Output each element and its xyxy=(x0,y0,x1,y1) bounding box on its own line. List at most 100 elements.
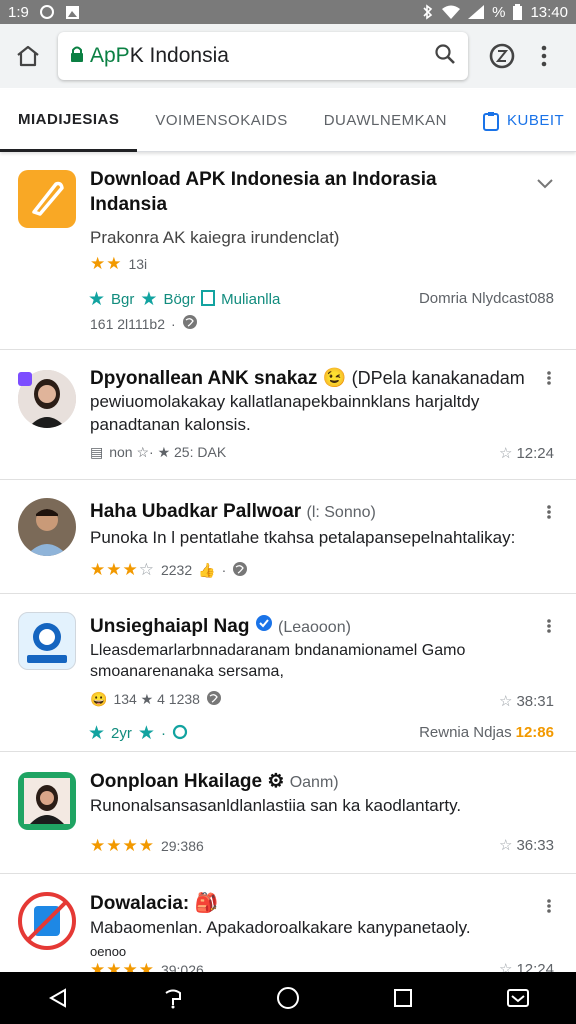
chip-row: ★ 2yr ★ · xyxy=(88,722,188,745)
item-timestamp: ☆ 36:33 xyxy=(499,836,554,855)
item-meta-text: 134 ★ 4 1238 xyxy=(113,691,200,707)
section-tabs: MIADIJESIAS VOIMENSOKAIDS DUAWLNEMKAN KU… xyxy=(0,90,576,152)
tab-voimensokaids[interactable]: VOIMENSOKAIDS xyxy=(137,90,305,152)
timestamp-text: 12:24 xyxy=(516,444,554,462)
chip-label[interactable]: Bgr xyxy=(111,291,134,308)
star-outline-icon[interactable]: ☆ xyxy=(499,444,512,462)
tab-switcher-icon xyxy=(489,43,515,69)
wifi-icon xyxy=(442,5,461,19)
star-outline-icon[interactable]: ☆ xyxy=(499,692,512,710)
globe-icon xyxy=(182,314,198,333)
rating-row: ★★ 13i xyxy=(90,254,147,274)
home-icon xyxy=(17,45,39,67)
tab-kubeit[interactable]: KUBEIT xyxy=(465,90,576,152)
back-button[interactable] xyxy=(34,974,82,1022)
item-meta: ★★★★ 39:026 xyxy=(90,960,204,972)
more-vert-icon[interactable] xyxy=(540,616,558,636)
overflow-menu-button[interactable] xyxy=(532,36,556,76)
clipboard-icon xyxy=(483,111,500,131)
source-time: 12:86 xyxy=(515,724,554,741)
star-icon: ★ xyxy=(140,289,158,310)
item-title: Dowalacia: 🎒 xyxy=(90,892,218,916)
item-description: Punoka In l pentatlahe tkahsa petalapans… xyxy=(90,528,516,547)
item-date: 161 2l111b2 xyxy=(90,315,165,332)
battery-percent: % xyxy=(492,3,506,21)
star-outline-icon[interactable]: ☆ xyxy=(499,836,512,854)
item-title-text: Unsieghaiapl Nag xyxy=(90,616,250,637)
list-item[interactable]: Dowalacia: 🎒 Mabaomenlan. Apakadoroalkak… xyxy=(0,874,576,972)
item-timestamp: ☆ 12:24 xyxy=(499,960,554,973)
list-item[interactable]: Oonploan Hkailage ⚙ Oanm) Runonalsansasa… xyxy=(0,752,576,874)
chip-label[interactable]: Bögr xyxy=(163,291,195,308)
chip-row: ★ Bgr ★ Bögr Mulianlla xyxy=(88,288,280,311)
search-icon[interactable] xyxy=(434,43,456,70)
tab-switcher-button[interactable] xyxy=(482,36,522,76)
chip-label[interactable]: Mulianlla xyxy=(221,291,280,308)
item-title-text: Dowalacia: xyxy=(90,893,190,914)
tab-kubeit-label: KUBEIT xyxy=(507,112,565,129)
whatsapp-icon xyxy=(39,4,55,20)
assistant-button[interactable] xyxy=(149,974,197,1022)
item-meta-text: non ☆· ★ 25: DAK xyxy=(109,444,227,460)
expand-chevron-icon[interactable] xyxy=(536,174,554,194)
item-description: pewiuomolakakay kallatlanapekbainnklans … xyxy=(90,392,480,411)
url-text: ApPK Indonsia xyxy=(90,44,229,68)
timestamp-text: 38:31 xyxy=(516,692,554,710)
screenshot-icon xyxy=(507,989,530,1007)
item-title-text: Dpyonallean ANK snakaz xyxy=(90,368,318,389)
list-item[interactable]: Haha Ubadkar Pallwoar (l: Sonno) Punoka … xyxy=(0,480,576,594)
timestamp-text: 12:24 xyxy=(516,960,554,973)
list-item[interactable]: Download APK Indonesia an Indorasia Inda… xyxy=(0,154,576,350)
avatar xyxy=(18,498,76,556)
screenshot-button[interactable] xyxy=(494,974,542,1022)
item-timestamp: ☆ 38:31 xyxy=(499,692,554,711)
item-title: Dpyonallean ANK snakaz 😉 (DPela kanakana… xyxy=(90,366,525,391)
list-item[interactable]: Unsieghaiapl Nag (Leaooon) Lleasdemarlar… xyxy=(0,594,576,752)
recents-button[interactable] xyxy=(379,974,427,1022)
item-description-line2: smoanarenanaka sersama, xyxy=(90,663,284,680)
image-icon xyxy=(65,5,80,20)
item-footer: 161 2l111b2 · xyxy=(90,314,198,333)
item-title: Haha Ubadkar Pallwoar (l: Sonno) xyxy=(90,500,376,525)
more-vert-icon[interactable] xyxy=(540,368,558,388)
gear-icon: ⚙ xyxy=(267,771,285,792)
gift-icon: 🎒 xyxy=(194,893,219,914)
home-nav-button[interactable] xyxy=(264,974,312,1022)
square-recents-icon xyxy=(394,989,413,1007)
item-meta-text: 2232 xyxy=(160,562,193,578)
bluetooth-icon xyxy=(422,4,434,20)
battery-icon xyxy=(513,4,523,20)
more-vert-icon[interactable] xyxy=(540,896,558,916)
emoji-icon: 😉 xyxy=(322,368,347,389)
home-button[interactable] xyxy=(8,36,48,76)
signal-icon xyxy=(468,5,485,19)
rating-stars: ★★ xyxy=(90,254,123,273)
item-meta: 😀 134 ★ 4 1238 xyxy=(90,690,222,709)
star-icon: ★ xyxy=(88,289,106,310)
back-icon xyxy=(48,988,66,1008)
globe-icon xyxy=(206,690,222,709)
bookmark-icon xyxy=(201,289,216,310)
chip-label[interactable]: 2yr xyxy=(111,725,132,742)
star-outline-icon[interactable]: ☆ xyxy=(499,960,512,972)
tab-duawlnemkan[interactable]: DUAWLNEMKAN xyxy=(306,90,465,152)
status-time: 1:9 xyxy=(8,3,29,21)
refresh-icon[interactable] xyxy=(172,724,188,744)
tab-miadijesias[interactable]: MIADIJESIAS xyxy=(0,90,138,152)
more-vert-icon[interactable] xyxy=(540,502,558,522)
star-icon: ★ xyxy=(137,723,155,744)
address-bar[interactable]: ApPK Indonsia xyxy=(58,32,468,80)
item-subtitle: Prakonra AK kaiegra irundenclat) xyxy=(90,228,340,247)
thumb-up-icon[interactable]: 👍 xyxy=(198,562,215,579)
globe-icon xyxy=(232,561,248,580)
item-meta: ★★★☆ 2232 👍 · xyxy=(90,560,248,580)
app-badge-icon xyxy=(18,372,32,386)
item-title-extra: (DPela kanakanadam xyxy=(351,368,525,388)
list-item[interactable]: Dpyonallean ANK snakaz 😉 (DPela kanakana… xyxy=(0,350,576,480)
pencil-icon xyxy=(32,181,64,216)
timestamp-text: 36:33 xyxy=(516,836,554,854)
item-title-text: Oonploan Hkailage xyxy=(90,771,263,792)
item-title-extra: (Leaooon) xyxy=(277,619,351,636)
item-description: Runonalsansasanldlanlastiia san ka kaodl… xyxy=(90,796,462,815)
app-icon xyxy=(18,170,76,228)
